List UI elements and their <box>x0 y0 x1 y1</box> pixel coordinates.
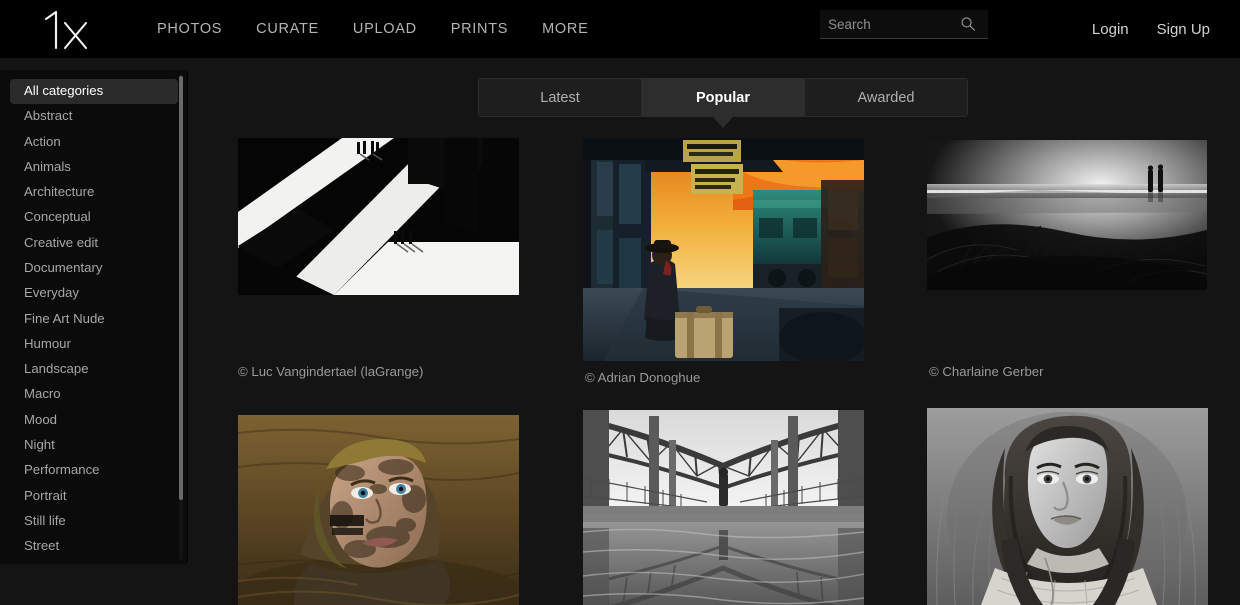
sidebar-item-architecture[interactable]: Architecture <box>10 180 178 205</box>
sidebar-item-humour[interactable]: Humour <box>10 332 178 357</box>
gallery-item-6 <box>927 408 1208 605</box>
search-box[interactable] <box>820 10 988 39</box>
photo-art-mud-runner <box>238 415 519 605</box>
login-link[interactable]: Login <box>1092 21 1129 38</box>
sidebar-item-all-categories[interactable]: All categories <box>10 79 178 104</box>
tab-awarded[interactable]: Awarded <box>805 79 967 116</box>
gallery-item-5 <box>583 410 864 605</box>
site-logo[interactable] <box>34 6 96 52</box>
photo-thumbnail-3[interactable] <box>927 140 1207 290</box>
sidebar-item-animals[interactable]: Animals <box>10 155 178 180</box>
signup-link[interactable]: Sign Up <box>1157 21 1210 38</box>
photo-thumbnail-4[interactable] <box>238 415 519 605</box>
photo-caption-3[interactable]: © Charlaine Gerber <box>929 364 1044 379</box>
sidebar-item-documentary[interactable]: Documentary <box>10 256 178 281</box>
tab-popular[interactable]: Popular <box>642 79 805 116</box>
active-tab-pointer-icon <box>713 117 733 128</box>
category-list: All categories Abstract Action Animals A… <box>0 70 187 564</box>
nav-item-photos[interactable]: PHOTOS <box>157 21 222 37</box>
search-input[interactable] <box>828 10 958 38</box>
gallery-item-1: © Luc Vangindertael (laGrange) <box>238 138 519 379</box>
photo-art-bridge-reflection <box>583 410 864 605</box>
photo-art-misty-dunes <box>927 140 1207 290</box>
nav-item-curate[interactable]: CURATE <box>256 21 319 37</box>
main-navigation: PHOTOS CURATE UPLOAD PRINTS MORE <box>157 0 588 58</box>
sidebar-item-portrait[interactable]: Portrait <box>10 484 178 509</box>
sidebar-item-mood[interactable]: Mood <box>10 408 178 433</box>
sidebar-item-creative-edit[interactable]: Creative edit <box>10 231 178 256</box>
nav-item-more[interactable]: MORE <box>542 21 588 37</box>
gallery-item-2: © Adrian Donoghue <box>583 138 864 385</box>
sidebar-item-conceptual[interactable]: Conceptual <box>10 205 178 230</box>
born-survivor-decal <box>330 515 364 535</box>
photo-caption-1[interactable]: © Luc Vangindertael (laGrange) <box>238 364 423 379</box>
photo-thumbnail-2[interactable] <box>583 138 864 361</box>
search-icon[interactable] <box>960 16 976 32</box>
photo-art-plaza-figures <box>238 138 519 295</box>
sidebar-item-fine-art-nude[interactable]: Fine Art Nude <box>10 307 178 332</box>
category-sidebar: All categories Abstract Action Animals A… <box>0 70 188 564</box>
sidebar-item-everyday[interactable]: Everyday <box>10 281 178 306</box>
sidebar-item-abstract[interactable]: Abstract <box>10 104 178 129</box>
tab-latest[interactable]: Latest <box>479 79 642 116</box>
sidebar-item-action[interactable]: Action <box>10 130 178 155</box>
sidebar-item-landscape[interactable]: Landscape <box>10 357 178 382</box>
logo-1x-icon <box>44 10 88 50</box>
sidebar-item-street[interactable]: Street <box>10 534 178 559</box>
feed-tab-bar: Latest Popular Awarded <box>478 78 968 117</box>
nav-item-upload[interactable]: UPLOAD <box>353 21 417 37</box>
lone-figure <box>718 467 729 506</box>
sidebar-item-macro[interactable]: Macro <box>10 382 178 407</box>
suitcase <box>675 306 733 358</box>
photo-thumbnail-5[interactable] <box>583 410 864 605</box>
page-root: PHOTOS CURATE UPLOAD PRINTS MORE Login S… <box>0 0 1240 605</box>
photo-thumbnail-6[interactable] <box>927 408 1208 605</box>
sidebar-item-night[interactable]: Night <box>10 433 178 458</box>
photo-thumbnail-1[interactable] <box>238 138 519 295</box>
photo-caption-2[interactable]: © Adrian Donoghue <box>585 370 700 385</box>
sidebar-item-still-life[interactable]: Still life <box>10 509 178 534</box>
nav-item-prints[interactable]: PRINTS <box>451 21 508 37</box>
sidebar-item-performance[interactable]: Performance <box>10 458 178 483</box>
magnifier-glyph <box>961 17 975 31</box>
site-header: PHOTOS CURATE UPLOAD PRINTS MORE Login S… <box>0 0 1240 58</box>
auth-navigation: Login Sign Up <box>1092 0 1210 58</box>
photo-art-train-station <box>583 138 864 361</box>
photo-art-portrait-woman <box>927 408 1208 605</box>
gallery-item-3: © Charlaine Gerber <box>927 140 1207 379</box>
gallery-item-4 <box>238 415 519 605</box>
sidebar-scrollbar-thumb[interactable] <box>179 76 183 500</box>
